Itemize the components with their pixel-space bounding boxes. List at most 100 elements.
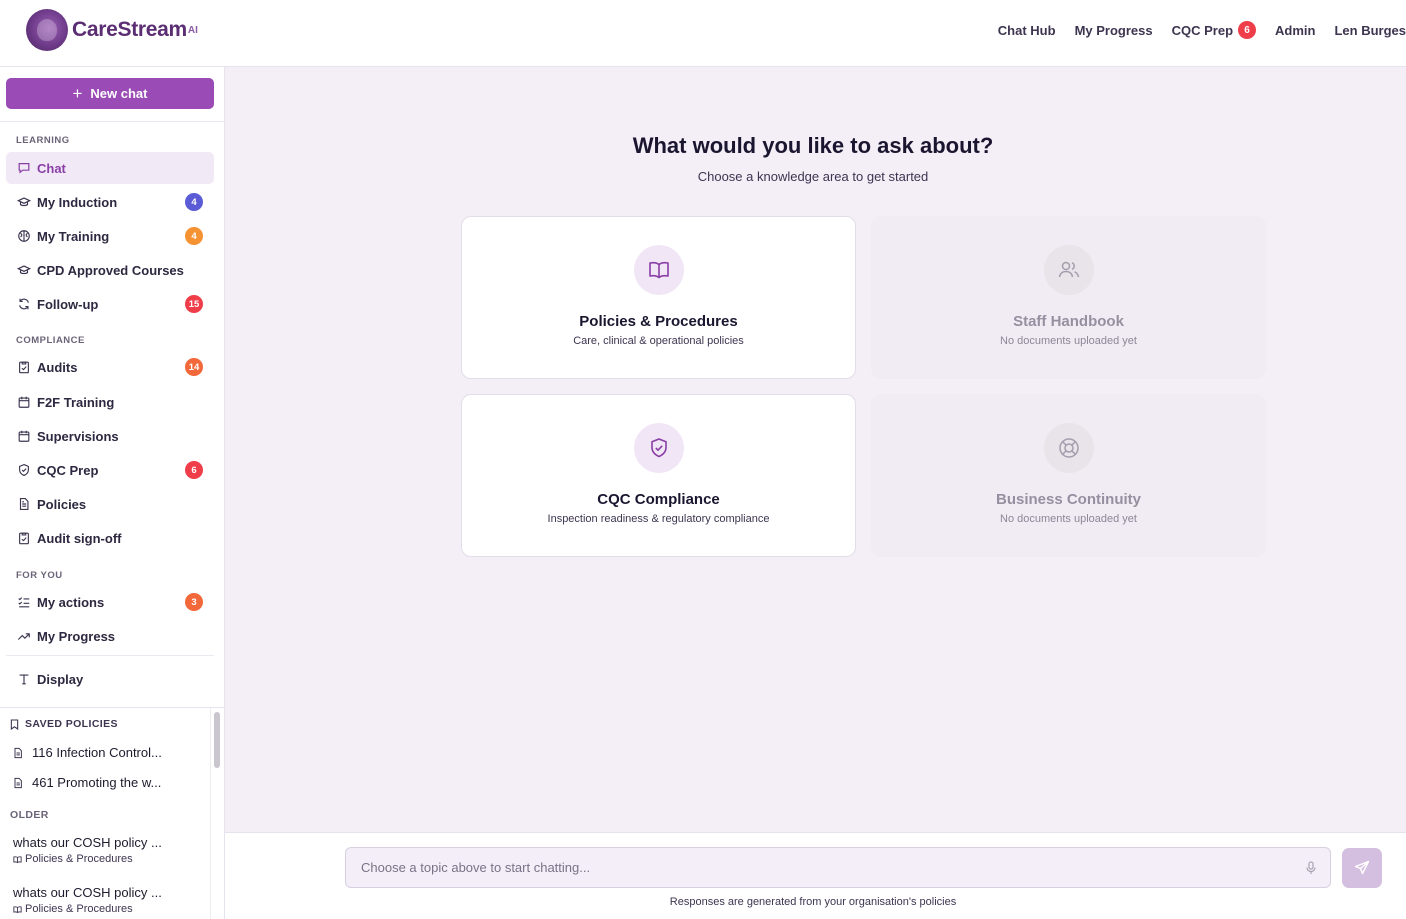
users-icon	[1044, 245, 1094, 295]
sidebar-item-policies[interactable]: Policies	[6, 488, 214, 520]
chat-history-tag-label: Policies & Procedures	[25, 853, 133, 865]
sidebar-item-cqc-prep[interactable]: CQC Prep 6	[6, 454, 214, 486]
saved-doc-item[interactable]: 116 Infection Control...	[12, 745, 162, 760]
shield-check-icon	[17, 463, 31, 477]
new-chat-button[interactable]: + New chat	[6, 78, 214, 109]
sidebar-item-label: My Induction	[37, 194, 118, 210]
sidebar-item-my-induction[interactable]: My Induction 4	[6, 186, 214, 218]
top-header: CareStream AI Chat Hub My Progress CQC P…	[0, 0, 1406, 67]
sidebar-item-label: My Progress	[37, 628, 116, 644]
saved-panel: SAVED POLICIES 116 Infection Control... …	[0, 707, 224, 919]
chat-history-item[interactable]: whats our COSH policy ... Policies & Pro…	[13, 835, 203, 865]
sidebar-item-audits[interactable]: Audits 14	[6, 351, 214, 383]
saved-policies-title: SAVED POLICIES	[10, 718, 118, 730]
sidebar-item-my-progress[interactable]: My Progress	[6, 620, 214, 652]
tree-logo-icon	[26, 9, 68, 51]
sidebar-item-cpd-courses[interactable]: CPD Approved Courses	[6, 254, 214, 286]
top-nav: Chat Hub My Progress CQC Prep 6 Admin Le…	[979, 21, 1406, 39]
sidebar-item-label: CPD Approved Courses	[37, 262, 184, 278]
cqc-prep-badge: 6	[1238, 21, 1257, 39]
sidebar-item-label: Follow-up	[37, 296, 99, 312]
card-title: CQC Compliance	[597, 491, 720, 508]
older-label: OLDER	[10, 809, 49, 821]
card-description: Inspection readiness & regulatory compli…	[547, 513, 770, 525]
training-badge: 4	[185, 227, 203, 245]
card-title: Staff Handbook	[1013, 313, 1124, 330]
plus-icon: +	[72, 84, 83, 103]
sidebar-item-label: CQC Prep	[37, 462, 99, 478]
sidebar-item-label: Display	[37, 671, 84, 687]
saved-policies-label: SAVED POLICIES	[25, 718, 118, 730]
main-content: What would you like to ask about? Choose…	[225, 67, 1406, 832]
card-description: Care, clinical & operational policies	[573, 335, 744, 347]
section-for-you: FOR YOU	[16, 570, 63, 581]
microphone-icon[interactable]	[1305, 861, 1317, 875]
topnav-cqc-prep-label: CQC Prep	[1171, 22, 1234, 38]
brand-logo[interactable]: CareStream AI	[26, 9, 198, 51]
document-icon	[14, 747, 22, 758]
follow-up-badge: 15	[185, 295, 203, 313]
sidebar-item-display[interactable]: Display	[6, 663, 214, 695]
card-title: Business Continuity	[995, 491, 1141, 508]
book-open-icon	[13, 855, 22, 863]
sidebar-item-audit-sign-off[interactable]: Audit sign-off	[6, 522, 214, 554]
card-policies-procedures[interactable]: Policies & Procedures Care, clinical & o…	[461, 216, 856, 379]
sidebar-item-label: My actions	[37, 594, 105, 610]
user-menu[interactable]: Len Burges	[1334, 23, 1406, 38]
topnav-cqc-prep[interactable]: CQC Prep 6	[1171, 21, 1257, 39]
trending-up-icon	[17, 629, 31, 643]
refresh-icon	[17, 297, 31, 311]
saved-doc-label: 461 Promoting the w...	[32, 775, 162, 790]
chat-input[interactable]	[345, 847, 1331, 888]
life-buoy-icon	[1044, 423, 1094, 473]
brand-suffix: AI	[187, 24, 198, 36]
type-icon	[17, 672, 31, 686]
sidebar-item-follow-up[interactable]: Follow-up 15	[6, 288, 214, 320]
induction-badge: 4	[185, 193, 203, 211]
divider	[0, 121, 224, 122]
sidebar-item-label: Audits	[37, 359, 78, 375]
saved-doc-item[interactable]: 461 Promoting the w...	[12, 775, 161, 790]
sidebar-item-my-training[interactable]: My Training 4	[6, 220, 214, 252]
page-title: What would you like to ask about?	[632, 133, 994, 158]
cqc-badge: 6	[185, 461, 203, 479]
sidebar-item-my-actions[interactable]: My actions 3	[6, 586, 214, 618]
chat-history-question: whats our COSH policy ...	[13, 835, 162, 850]
clipboard-check-icon	[17, 360, 31, 374]
sidebar-item-label: F2F Training	[37, 394, 115, 410]
sidebar-item-label: Supervisions	[37, 428, 119, 444]
chat-icon	[17, 161, 31, 175]
scrollbar-thumb[interactable]	[214, 712, 220, 768]
card-description: No documents uploaded yet	[1000, 513, 1137, 525]
sidebar-item-supervisions[interactable]: Supervisions	[6, 420, 214, 452]
page-subtitle: Choose a knowledge area to get started	[697, 169, 929, 184]
sidebar-item-label: My Training	[37, 228, 110, 244]
sidebar-item-label: Policies	[37, 496, 87, 512]
chat-history-tag-label: Policies & Procedures	[25, 903, 133, 915]
sidebar: + New chat LEARNING Chat My Induction 4 …	[0, 67, 225, 919]
section-compliance: COMPLIANCE	[16, 335, 85, 346]
new-chat-label: New chat	[90, 86, 148, 101]
card-description: No documents uploaded yet	[1000, 335, 1137, 347]
brain-icon	[17, 229, 31, 243]
chat-history-tag: Policies & Procedures	[13, 853, 203, 865]
topnav-chat-hub[interactable]: Chat Hub	[998, 23, 1056, 38]
graduation-cap-icon	[17, 263, 31, 277]
calendar-icon	[17, 395, 31, 409]
card-title: Policies & Procedures	[579, 313, 738, 330]
checklist-icon	[17, 595, 31, 609]
send-button[interactable]	[1342, 848, 1382, 888]
bookmark-icon	[10, 718, 19, 730]
topnav-admin[interactable]: Admin	[1275, 23, 1315, 38]
card-cqc-compliance[interactable]: CQC Compliance Inspection readiness & re…	[461, 394, 856, 557]
document-icon	[17, 497, 31, 511]
topnav-my-progress[interactable]: My Progress	[1075, 23, 1153, 38]
actions-badge: 3	[185, 593, 203, 611]
document-icon	[14, 777, 22, 788]
book-open-icon	[634, 245, 684, 295]
divider	[6, 655, 214, 656]
section-learning: LEARNING	[16, 135, 70, 146]
card-staff-handbook: Staff Handbook No documents uploaded yet	[871, 216, 1266, 379]
sidebar-item-f2f-training[interactable]: F2F Training	[6, 386, 214, 418]
audits-badge: 14	[185, 358, 203, 376]
